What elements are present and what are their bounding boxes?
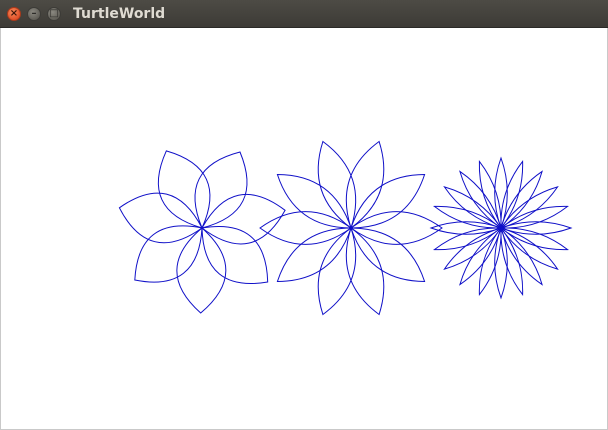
turtle-canvas: [0, 28, 608, 430]
petal: [118, 192, 203, 244]
petal: [350, 173, 426, 229]
window-title: TurtleWorld: [73, 6, 166, 22]
minimize-icon: –: [31, 8, 37, 19]
petal: [317, 140, 357, 229]
flower-20-petals: [429, 156, 573, 300]
title-bar[interactable]: × – □ TurtleWorld: [0, 0, 608, 28]
petal: [176, 227, 227, 314]
petal: [276, 173, 352, 229]
petal: [350, 227, 426, 283]
petal: [201, 194, 286, 245]
petal: [157, 150, 211, 229]
maximize-button[interactable]: □: [47, 7, 61, 21]
flower-drawing: [118, 140, 573, 316]
minimize-button[interactable]: –: [27, 7, 41, 21]
flower-10-petals: [259, 140, 443, 316]
close-icon: ×: [9, 8, 19, 19]
maximize-icon: □: [49, 8, 59, 19]
petal: [317, 227, 357, 316]
turtleworld-window: × – □ TurtleWorld: [0, 0, 608, 430]
petal: [345, 227, 385, 316]
petal: [345, 140, 385, 229]
close-button[interactable]: ×: [7, 7, 21, 21]
petal: [276, 227, 352, 283]
petal: [194, 151, 248, 229]
flower-7-petals: [118, 150, 286, 314]
